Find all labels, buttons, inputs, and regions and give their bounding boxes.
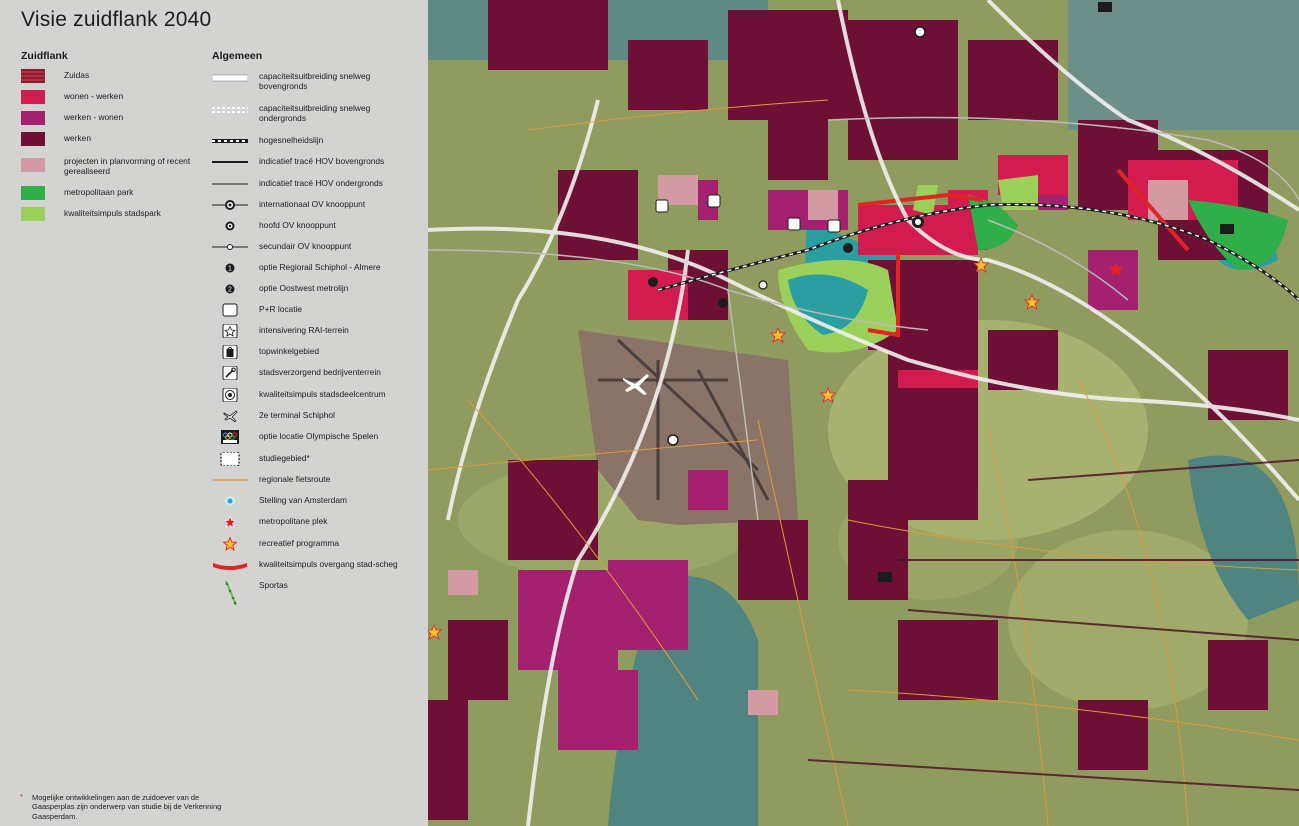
- legend-item-metropolitane-plek: metropolitane plek: [212, 515, 422, 535]
- projecten-swatch-icon: [21, 158, 45, 172]
- legend-item-hov-onder: indicatief tracé HOV ondergronds: [212, 177, 422, 197]
- legend-label: stadsverzorgend bedrijventerrein: [259, 367, 381, 377]
- solid-line-icon: [212, 161, 248, 163]
- zuidflank-heading: Zuidflank: [21, 50, 68, 62]
- metropolitaan-park-swatch-icon: [21, 186, 45, 200]
- legend-item-terminal: 2e terminal Schiphol: [212, 409, 422, 429]
- legend-item-sportas: Sportas: [212, 579, 422, 607]
- wonen-werken-swatch-icon: [21, 90, 45, 104]
- legend-label: intensivering RAI-terrein: [259, 325, 349, 335]
- legend-label: hogesnelheidslijn: [259, 135, 324, 145]
- legend-label: Stelling van Amsterdam: [259, 495, 347, 505]
- map-legend: Visie zuidflank 2040 Zuidflank Zuidas wo…: [0, 0, 428, 826]
- legend-item-secundair-ov: secundair OV knooppunt: [212, 240, 422, 260]
- legend-label: secundair OV knooppunt: [259, 241, 352, 251]
- legend-label: indicatief tracé HOV ondergronds: [259, 178, 383, 188]
- legend-label: metropolitane plek: [259, 516, 328, 526]
- footnote-text: Mogelijke ontwikkelingen aan de zuidoeve…: [32, 793, 222, 821]
- legend-item-topwinkel: topwinkelgebied: [212, 345, 422, 365]
- legend-label: 2e terminal Schiphol: [259, 410, 335, 420]
- wrench-icon: [222, 366, 238, 380]
- parking-icon: [222, 303, 238, 317]
- legend-item-hsl: hogesnelheidslijn: [212, 134, 422, 154]
- zuidas-swatch-icon: [21, 69, 45, 83]
- legend-item-hov-boven: indicatief tracé HOV bovengronds: [212, 155, 422, 175]
- main-node-icon: [225, 221, 235, 231]
- stadspark-swatch-icon: [21, 207, 45, 221]
- red-star-icon: [223, 515, 237, 529]
- legend-label: indicatief tracé HOV bovengronds: [259, 156, 385, 166]
- yellow-star-icon: [222, 537, 238, 551]
- secondary-node-icon: [212, 244, 248, 250]
- legend-label: projecten in planvorming of recent gerea…: [64, 156, 191, 176]
- olympic-icon: [221, 430, 239, 444]
- legend-label: kwaliteitsimpuls overgang stad-scheg: [259, 559, 398, 569]
- legend-label: internationaal OV knooppunt: [259, 199, 366, 209]
- legend-item-recreatief: recreatief programma: [212, 537, 422, 557]
- number-1-icon: 1: [225, 263, 235, 273]
- bike-route-line-icon: [212, 479, 248, 481]
- thin-line-icon: [212, 183, 248, 185]
- legend-item-studiegebied: studiegebied*: [212, 452, 422, 472]
- legend-label: werken: [64, 133, 91, 143]
- legend-label: topwinkelgebied: [259, 346, 320, 356]
- legend-item-internationaal-ov: internationaal OV knooppunt: [212, 198, 422, 218]
- sportas-icon: [225, 580, 237, 606]
- legend-label: werken - wonen: [64, 112, 124, 122]
- study-area-icon: [220, 452, 240, 466]
- legend-label: optie Oostwest metrolijn: [259, 283, 349, 293]
- legend-item-snelweg-onder: capaciteitsuitbreiding snelweg ondergron…: [212, 102, 422, 126]
- legend-item-regiorail: 1 optie Regiorail Schiphol - Almere: [212, 261, 422, 281]
- legend-label: regionale fietsroute: [259, 474, 331, 484]
- stelling-icon: [225, 496, 235, 506]
- legend-label: kwaliteitsimpuls stadsdeelcentrum: [259, 389, 386, 399]
- red-bar-icon: [213, 563, 247, 570]
- legend-label: hoofd OV knooppunt: [259, 220, 336, 230]
- international-node-icon: [212, 200, 248, 210]
- legend-label: kwaliteitsimpuls stadspark: [64, 208, 161, 218]
- legend-label: P+R locatie: [259, 304, 303, 314]
- target-icon: [222, 388, 238, 402]
- legend-label: capaciteitsuitbreiding snelweg ondergron…: [259, 103, 371, 123]
- hsl-line-icon: [212, 139, 248, 143]
- werken-wonen-swatch-icon: [21, 111, 45, 125]
- rai-star-icon: [222, 324, 238, 338]
- airplane-icon: [223, 410, 238, 422]
- legend-item-bedrijventerrein: stadsverzorgend bedrijventerrein: [212, 366, 422, 386]
- map-canvas[interactable]: [428, 0, 1299, 826]
- legend-label: capaciteitsuitbreiding snelweg bovengron…: [259, 71, 371, 91]
- legend-item-hoofd-ov: hoofd OV knooppunt: [212, 219, 422, 239]
- footnote-marker: *: [20, 792, 23, 801]
- page-title: Visie zuidflank 2040: [21, 8, 212, 31]
- double-line-icon: [212, 74, 248, 82]
- legend-item-fietsroute: regionale fietsroute: [212, 473, 422, 493]
- legend-label: optie Regiorail Schiphol - Almere: [259, 262, 381, 272]
- legend-label: optie locatie Olympische Spelen: [259, 431, 379, 441]
- legend-label: studiegebied*: [259, 453, 310, 463]
- legend-item-rai: intensivering RAI-terrein: [212, 324, 422, 344]
- legend-label: recreatief programma: [259, 538, 340, 548]
- legend-item-olympisch: optie locatie Olympische Spelen: [212, 430, 422, 450]
- legend-item-stadsdeelcentrum: kwaliteitsimpuls stadsdeelcentrum: [212, 388, 422, 408]
- legend-label: metropolitaan park: [64, 187, 134, 197]
- legend-item-snelweg-boven: capaciteitsuitbreiding snelweg bovengron…: [212, 70, 422, 94]
- svg-text:1: 1: [228, 266, 232, 273]
- shopping-icon: [222, 345, 238, 359]
- number-2-icon: 2: [225, 284, 235, 294]
- dashed-double-line-icon: [212, 107, 248, 113]
- legend-item-pr: P+R locatie: [212, 303, 422, 323]
- legend-label: wonen - werken: [64, 91, 124, 101]
- legend-item-stelling: Stelling van Amsterdam: [212, 494, 422, 514]
- legend-item-overgang: kwaliteitsimpuls overgang stad-scheg: [212, 558, 427, 578]
- legend-item-oostwest: 2 optie Oostwest metrolijn: [212, 282, 422, 302]
- legend-label: Sportas: [259, 580, 288, 590]
- legend-label: Zuidas: [64, 70, 90, 80]
- werken-swatch-icon: [21, 132, 45, 146]
- map-graphic: [428, 0, 1299, 826]
- algemeen-heading: Algemeen: [212, 50, 263, 62]
- svg-text:2: 2: [228, 287, 232, 294]
